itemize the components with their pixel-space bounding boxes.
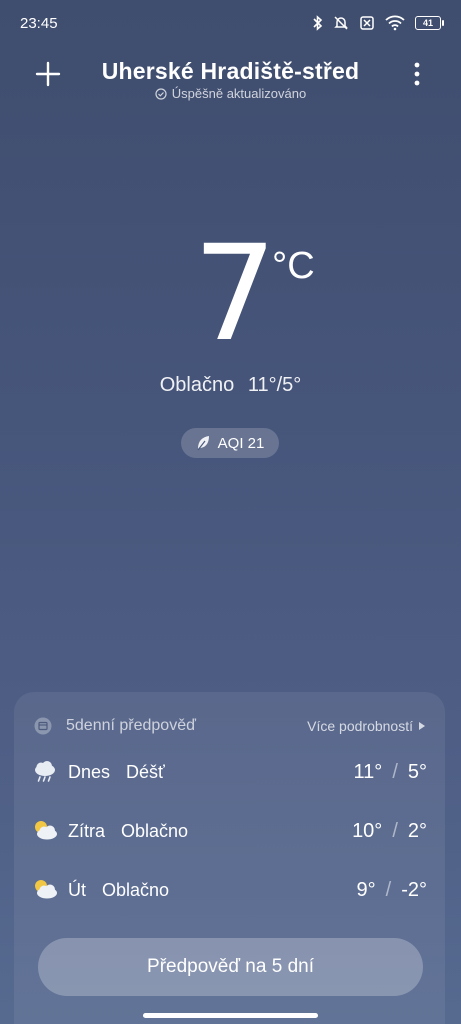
bluetooth-icon [313,15,323,31]
temperature-unit: °C [272,245,315,287]
more-vertical-icon [414,62,420,86]
rain-cloud-icon [35,761,55,782]
forecast-high: 11° [353,760,383,783]
current-temperature: 7 °C [0,228,461,368]
forecast-low: 5° [407,760,427,783]
status-bar: 23:45 41 [0,0,461,46]
forecast-row-left: Út Oblačno [32,877,169,903]
condition-text: Oblačno [159,374,235,396]
five-day-forecast-button[interactable]: Předpověď na 5 dní [38,938,423,996]
calendar-icon [34,717,52,735]
update-status: Úspěšně aktualizováno [0,86,461,101]
header: Uherské Hradiště-střed Úspěšně aktualizo… [0,52,461,112]
status-icons: 41 [313,15,444,31]
forecast-temps: 10° / 2° [352,820,427,843]
forecast-row-tomorrow[interactable]: Zítra Oblačno 10° / 2° [32,815,427,847]
forecast-row-tuesday[interactable]: Út Oblačno 9° / -2° [32,874,427,906]
no-sim-icon [359,15,375,31]
forecast-slash: / [392,819,398,842]
temperature-range: 11°/5° [247,374,302,396]
forecast-day: Út [68,879,86,900]
forecast-high: 10° [352,819,383,842]
aqi-badge[interactable]: AQI 21 [181,428,279,458]
more-details-label: Více podrobností [307,718,413,734]
forecast-condition: Déšť [126,761,165,782]
status-time: 23:45 [20,14,58,32]
forecast-row-left: Dnes Déšť [32,759,165,785]
leaf-icon [197,436,209,451]
forecast-row-today[interactable]: Dnes Déšť 11° / 5° [32,756,427,788]
battery-icon: 41 [415,16,444,30]
update-status-label: Úspěšně aktualizováno [171,86,307,101]
current-condition: Oblačno 11°/5° [0,374,461,397]
forecast-title: 5denní předpověď [66,717,196,734]
forecast-low: -2° [401,878,427,901]
aqi-label: AQI 21 [217,434,265,452]
partly-cloudy-icon [35,821,57,840]
forecast-header: 5denní předpověď Více podrobností [34,712,425,740]
temperature-value: 7 [193,217,277,371]
forecast-temps: 9° / -2° [357,879,427,902]
partly-cloudy-icon [35,880,57,899]
triangle-right-icon [419,722,425,730]
forecast-low: 2° [407,819,427,842]
forecast-title-group: 5denní předpověď [34,717,196,735]
forecast-condition: Oblačno [102,879,170,900]
check-circle-icon [155,87,167,100]
more-details-link[interactable]: Více podrobností [307,718,425,734]
mute-bell-icon [333,15,349,31]
wifi-icon [385,15,405,31]
forecast-row-left: Zítra Oblačno [32,818,188,844]
more-options-button[interactable] [402,58,432,90]
forecast-slash: / [385,878,392,901]
forecast-day: Zítra [68,820,106,841]
forecast-high: 9° [356,878,376,901]
city-title: Uherské Hradiště-střed [101,58,360,84]
forecast-slash: / [392,760,398,783]
forecast-day: Dnes [68,761,111,782]
forecast-temps: 11° / 5° [354,761,427,784]
home-indicator[interactable] [143,1013,318,1018]
forecast-condition: Oblačno [121,820,189,841]
